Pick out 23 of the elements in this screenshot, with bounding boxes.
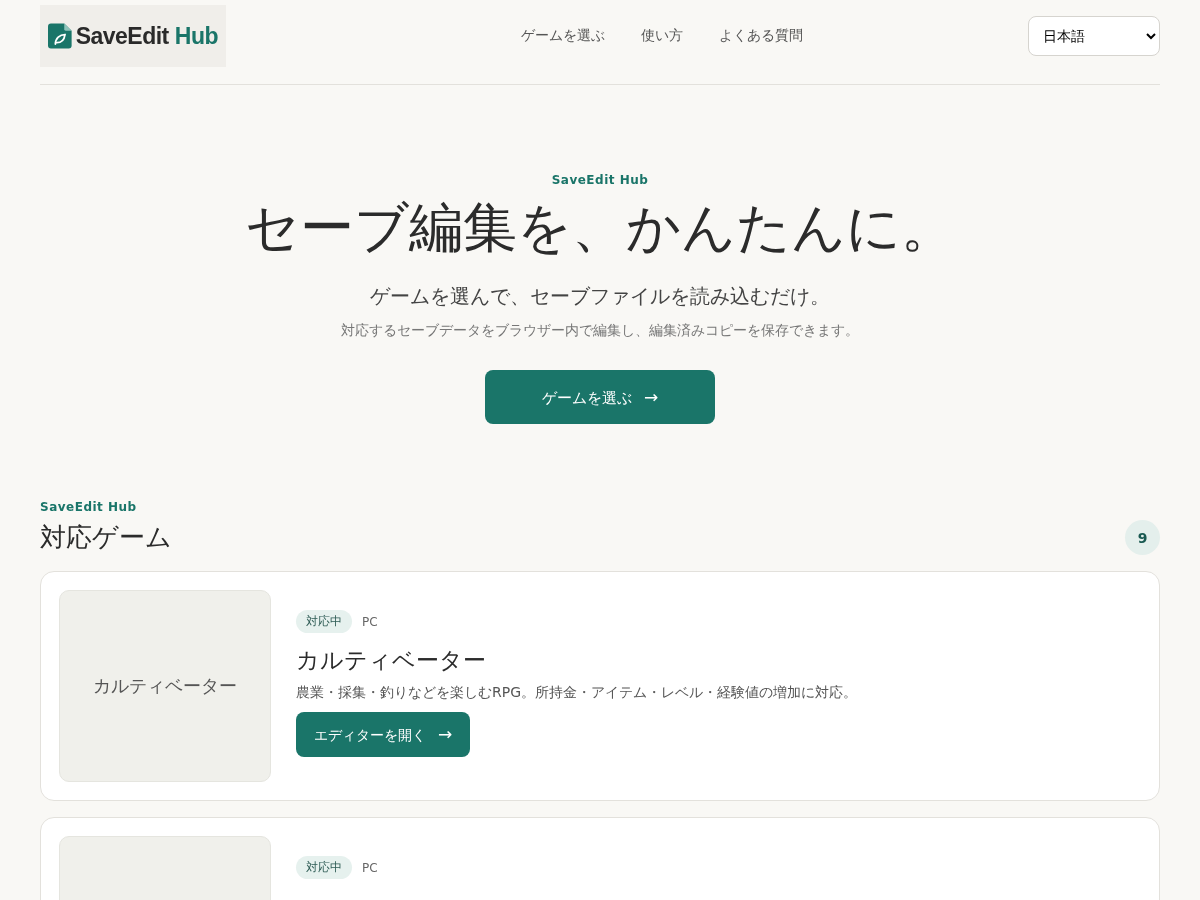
nav-link[interactable]: よくある質問 [719,27,803,45]
hero-description: 対応するセーブデータをブラウザー内で編集し、編集済みコピーを保存できます。 [341,322,859,341]
status-tag: 対応中 [296,610,352,634]
logo[interactable]: SaveEdit Hub [40,5,226,67]
platform-label: PC [362,614,378,629]
thumbnail-title: カルティベーター [93,674,237,699]
hero-eyebrow: SaveEdit Hub [551,173,649,187]
logo-text: SaveEdit Hub [75,22,218,50]
document-leaf-icon [48,20,72,52]
language-select[interactable]: 日本語 [1028,16,1160,56]
hero-title: セーブ編集を、かんたんに。 [245,195,955,261]
platform-label: PC [362,860,378,875]
status-tag: 対応中 [296,856,352,880]
hero-subtitle: ゲームを選んで、セーブファイルを読み込むだけ。 [370,283,830,311]
game-count-badge: 9 [1125,520,1160,556]
game-description: 農業・採集・釣りなどを楽しむRPG。所持金・アイテム・レベル・経験値の増加に対応。 [296,684,858,703]
nav-link[interactable]: ゲームを選ぶ [521,27,605,45]
nav-link[interactable]: 使い方 [641,27,683,45]
game-title: カルティベーター [296,646,487,676]
section-eyebrow: SaveEdit Hub [40,500,138,515]
section-title: 対応ゲーム [40,521,172,555]
open-editor-button[interactable]: エディターを開く → [296,712,471,758]
choose-game-button[interactable]: ゲームを選ぶ → [485,370,715,425]
